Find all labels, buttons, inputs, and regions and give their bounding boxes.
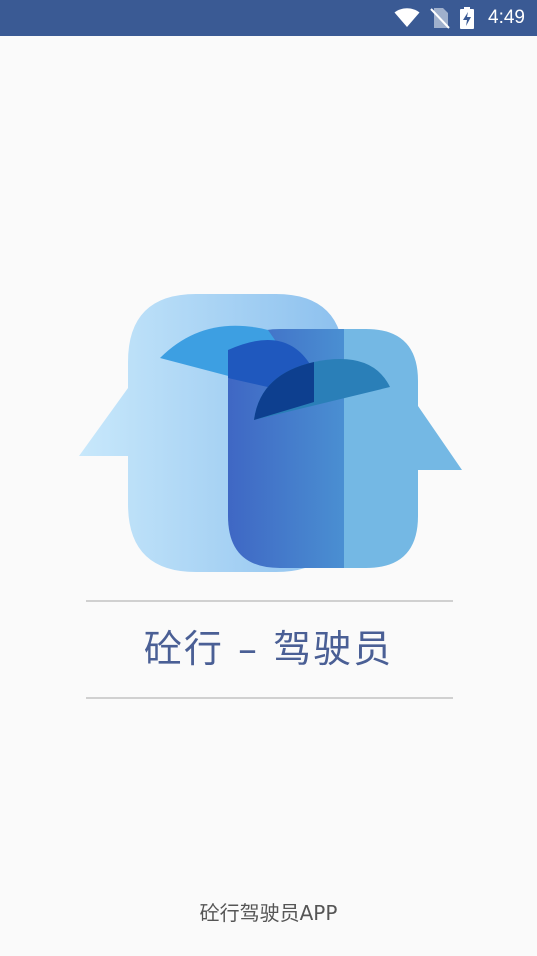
divider-top bbox=[86, 600, 453, 602]
splash-screen: 砼行 – 驾驶员 砼行驾驶员APP bbox=[0, 36, 537, 956]
two-heads-facing-logo bbox=[79, 294, 462, 572]
status-bar: 4:49 bbox=[0, 0, 537, 36]
status-time: 4:49 bbox=[488, 7, 525, 28]
divider-bottom bbox=[86, 697, 453, 699]
wifi-icon bbox=[394, 8, 420, 27]
footer-app-name: 砼行驾驶员APP bbox=[199, 901, 338, 925]
battery-charging-icon bbox=[460, 7, 475, 29]
app-title: 砼行 – 驾驶员 bbox=[143, 627, 394, 671]
status-icons: 4:49 bbox=[394, 0, 525, 36]
no-sim-icon bbox=[430, 8, 450, 29]
